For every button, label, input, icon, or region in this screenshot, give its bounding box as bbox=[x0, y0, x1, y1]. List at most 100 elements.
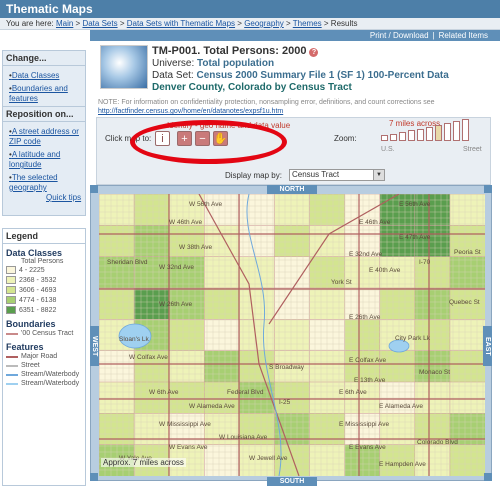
top-links-bar: Print / Download | Related Items bbox=[90, 30, 500, 41]
zoom-level-4[interactable] bbox=[408, 130, 415, 141]
map-street-label: Peoria St bbox=[454, 249, 481, 256]
zoom-label: Zoom: bbox=[334, 134, 357, 143]
legend-item: 4774 - 6138 bbox=[3, 295, 85, 305]
boundaries-features-link[interactable]: Boundaries and features bbox=[9, 84, 81, 104]
census-tract bbox=[203, 319, 241, 352]
dataset-value[interactable]: Census 2000 Summary File 1 (SF 1) 100-Pe… bbox=[196, 70, 448, 81]
zoom-level-7[interactable] bbox=[435, 125, 442, 141]
census-tract bbox=[203, 444, 241, 476]
selected-geography-link[interactable]: The selected geography bbox=[9, 173, 81, 193]
map-street-label: York St bbox=[331, 279, 352, 286]
map-street-label: E 56th Ave bbox=[399, 201, 431, 208]
map-canvas[interactable]: W 56th Ave E 56th Ave W 46th Ave E 46th Ave… bbox=[99, 194, 485, 476]
pan-icon: ✋ bbox=[213, 133, 228, 145]
zoom-level-1[interactable] bbox=[381, 135, 388, 141]
census-tract bbox=[133, 413, 170, 446]
zoom-level-2[interactable] bbox=[390, 134, 397, 141]
display-by-select[interactable]: Census Tract ▼ bbox=[289, 169, 385, 181]
zoom-level-6[interactable] bbox=[426, 127, 433, 141]
zoom-out-icon: − bbox=[199, 132, 206, 145]
pan-southwest-button[interactable] bbox=[90, 473, 98, 481]
legend-features: Major Road Street Stream/Waterbody Stream/W… bbox=[3, 352, 85, 388]
pan-north-button[interactable]: NORTH bbox=[267, 185, 317, 194]
map-scale-text: Approx. 7 miles across bbox=[101, 458, 186, 467]
census-tract bbox=[414, 287, 451, 321]
dataset-line: Data Set: Census 2000 Summary File 1 (SF… bbox=[152, 70, 449, 81]
pan-southeast-button[interactable] bbox=[484, 473, 492, 481]
map-street-label: Monaco St bbox=[419, 369, 450, 376]
map-street-label: E 46th Ave bbox=[359, 219, 391, 226]
pan-south-button[interactable]: SOUTH bbox=[267, 477, 317, 486]
census-tract bbox=[168, 319, 206, 352]
map-street-label: E Hampden Ave bbox=[379, 461, 426, 468]
print-download-link[interactable]: Print / Download bbox=[366, 31, 433, 40]
zoom-in-tool-button[interactable]: + bbox=[177, 131, 192, 146]
zoom-level-8[interactable] bbox=[444, 123, 451, 141]
identify-tool-button[interactable]: i bbox=[155, 131, 170, 146]
table-title-text: TM-P001. Total Persons: 2000 bbox=[152, 45, 307, 57]
legend-line-symbol bbox=[6, 373, 18, 376]
legend-item-label: Stream/Waterbody bbox=[21, 380, 80, 387]
lat-long-link[interactable]: A latitude and longitude bbox=[9, 150, 81, 170]
map-street-label: W Alameda Ave bbox=[189, 403, 235, 410]
zoom-out-tool-button[interactable]: − bbox=[195, 131, 210, 146]
breadcrumb-geography[interactable]: Geography bbox=[244, 19, 284, 28]
zoom-level-9[interactable] bbox=[453, 121, 460, 141]
breadcrumb-separator: > bbox=[117, 19, 127, 28]
display-by-label: Display map by: bbox=[225, 171, 282, 180]
pan-tool-button[interactable]: ✋ bbox=[213, 131, 228, 146]
legend-item: 3606 - 4693 bbox=[3, 285, 85, 295]
related-items-link[interactable]: Related Items bbox=[435, 31, 492, 40]
map-frame: W 56th Ave E 56th Ave W 46th Ave E 46th Ave… bbox=[90, 185, 492, 486]
census-tract bbox=[99, 413, 135, 446]
note-link[interactable]: http://factfinder.census.gov/home/en/dat… bbox=[98, 108, 283, 115]
universe-label: Universe: bbox=[152, 58, 195, 69]
quick-tips-link[interactable]: Quick tips bbox=[46, 193, 81, 202]
map-street-label: E Alameda Ave bbox=[379, 403, 423, 410]
map-street-label: I-70 bbox=[419, 259, 431, 266]
data-classes-link[interactable]: Data Classes bbox=[9, 71, 81, 81]
zoom-level-10[interactable] bbox=[462, 119, 469, 141]
pan-west-button[interactable]: WEST bbox=[90, 326, 99, 366]
change-panel-title: Change... bbox=[3, 51, 85, 66]
chevron-down-icon[interactable]: ▼ bbox=[373, 170, 384, 180]
app-title-bar: Thematic Maps bbox=[0, 0, 500, 18]
legend-swatch bbox=[6, 296, 16, 304]
pan-northeast-button[interactable] bbox=[484, 185, 492, 193]
breadcrumb-main[interactable]: Main bbox=[56, 19, 73, 28]
pan-east-button[interactable]: EAST bbox=[483, 326, 492, 366]
breadcrumb-themes[interactable]: Themes bbox=[293, 19, 322, 28]
boundaries-heading: Boundaries bbox=[6, 319, 56, 329]
zoom-level-5[interactable] bbox=[417, 129, 424, 141]
map-street-label: E 40th Ave bbox=[369, 267, 401, 274]
map-street-label: W Mississippi Ave bbox=[159, 421, 211, 428]
thematic-map[interactable]: W 56th Ave E 56th Ave W 46th Ave E 46th Ave… bbox=[99, 194, 485, 476]
zoom-level-3[interactable] bbox=[399, 132, 406, 141]
legend-item-label: Stream/Waterbody bbox=[21, 371, 80, 378]
universe-value: Total population bbox=[197, 58, 275, 69]
breadcrumb-separator: > bbox=[321, 19, 331, 28]
census-tract bbox=[239, 256, 276, 289]
map-street-label: Quebec St bbox=[449, 299, 480, 306]
map-street-label: E Evans Ave bbox=[349, 444, 386, 451]
dataset-label: Data Set: bbox=[152, 70, 194, 81]
legend-line-symbol bbox=[6, 332, 18, 335]
geography-line: Denver County, Colorado by Census Tract bbox=[152, 82, 352, 93]
census-tract bbox=[133, 194, 170, 227]
identify-note: Identify - geo name and data value bbox=[167, 121, 291, 130]
breadcrumb-thematic-maps[interactable]: Data Sets with Thematic Maps bbox=[127, 19, 235, 28]
breadcrumb-data-sets[interactable]: Data Sets bbox=[82, 19, 117, 28]
pan-northwest-button[interactable] bbox=[90, 185, 98, 193]
help-icon[interactable]: ? bbox=[309, 48, 319, 57]
census-tract bbox=[99, 287, 135, 321]
legend-line-symbol bbox=[6, 364, 18, 367]
census-tract bbox=[239, 287, 276, 321]
census-tract bbox=[168, 350, 206, 383]
map-street-label: City Park Lk bbox=[395, 335, 431, 342]
census-tract bbox=[449, 194, 485, 227]
street-address-link[interactable]: A street address or ZIP code bbox=[9, 127, 81, 147]
census-tract bbox=[274, 287, 311, 321]
map-street-label: Sheridan Blvd bbox=[107, 259, 148, 266]
map-street-label: W 26th Ave bbox=[159, 301, 193, 308]
map-street-label: W 6th Ave bbox=[149, 389, 179, 396]
